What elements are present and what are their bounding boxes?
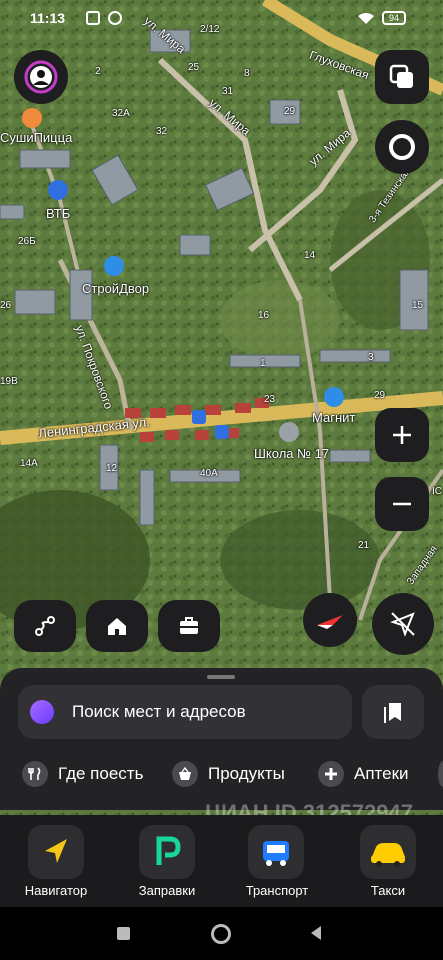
notification-icon xyxy=(86,11,100,25)
house-number: 21 xyxy=(358,540,370,551)
home-nav-button[interactable] xyxy=(211,924,231,944)
chip-label: Где поесть xyxy=(58,764,144,783)
bus-icon xyxy=(263,841,289,866)
zoom-out-button[interactable] xyxy=(375,477,429,531)
house-number: 1 xyxy=(260,358,266,369)
taxi-car-icon xyxy=(371,843,405,867)
route-button[interactable] xyxy=(14,600,76,652)
house-number: 26Б xyxy=(18,236,36,247)
taxi-tile[interactable] xyxy=(360,825,416,879)
battery-icon: 94 xyxy=(382,11,406,25)
poi-label-stroydvor[interactable]: СтройДвор xyxy=(82,281,149,296)
pharmacy-cross-icon xyxy=(318,761,344,787)
sheet-handle[interactable] xyxy=(207,675,235,679)
poi-label-sushi[interactable]: СушиПицца xyxy=(0,130,72,145)
location-off-arrow-icon xyxy=(390,612,415,637)
briefcase-icon xyxy=(180,617,198,634)
location-button[interactable] xyxy=(372,593,434,655)
house-number: IC xyxy=(432,486,442,497)
home-button[interactable] xyxy=(86,600,148,652)
zoom-in-button[interactable] xyxy=(375,408,429,462)
chip-label: Продукты xyxy=(208,764,285,783)
bookmark-icon xyxy=(384,703,401,723)
house-number: 32А xyxy=(112,108,130,119)
poi-label-school[interactable]: Школа № 17 xyxy=(254,446,329,461)
alice-voice-button[interactable] xyxy=(375,120,429,174)
chip-label: Аптеки xyxy=(354,764,409,783)
search-placeholder: Поиск мест и адресов xyxy=(72,702,246,721)
house-number: 19В xyxy=(0,376,18,387)
compass-icon xyxy=(317,615,343,629)
back-button[interactable] xyxy=(309,925,323,941)
work-button[interactable] xyxy=(158,600,220,652)
home-icon xyxy=(108,618,126,635)
chip-groceries[interactable]: Продукты xyxy=(172,758,285,790)
house-number: 31 xyxy=(222,86,234,97)
layers-icon xyxy=(389,64,413,88)
wifi-icon xyxy=(358,13,374,24)
clock: 11:13 xyxy=(30,10,66,26)
search-bar[interactable]: Поиск мест и адресов xyxy=(18,685,352,739)
dock-label: Заправки xyxy=(138,883,196,898)
house-number: 25 xyxy=(188,62,200,73)
plus-icon xyxy=(393,426,411,444)
services-dock: Навигатор Заправки Транспорт Такси xyxy=(0,815,443,907)
navigator-arrow-icon xyxy=(45,839,67,863)
status-bar: 11:13 94 xyxy=(0,0,443,38)
bookmarks-button[interactable] xyxy=(362,685,424,739)
fuel-tile[interactable] xyxy=(139,825,195,879)
telegram-icon xyxy=(108,11,122,25)
alice-ring-icon xyxy=(389,134,415,160)
house-number: 16 xyxy=(258,310,270,321)
chip-food[interactable]: Где поесть xyxy=(22,758,143,790)
system-nav-bar xyxy=(0,907,443,960)
navigator-tile[interactable] xyxy=(28,825,84,879)
house-number: 14А xyxy=(20,458,38,469)
basket-icon xyxy=(172,761,198,787)
fuel-p-icon xyxy=(156,836,181,865)
house-number: 14 xyxy=(304,250,316,261)
minus-icon xyxy=(393,502,411,506)
chip-pharmacy[interactable]: Аптеки xyxy=(318,758,409,790)
bottom-sheet[interactable]: Поиск мест и адресов Где поесть Продукты… xyxy=(0,668,443,810)
route-icon xyxy=(35,616,55,636)
poi-label-magnit[interactable]: Магнит xyxy=(312,410,355,425)
dock-label: Навигатор xyxy=(24,883,88,898)
dock-label: Такси xyxy=(370,883,406,898)
alice-icon[interactable] xyxy=(30,700,54,724)
poi-label-vtb[interactable]: ВТБ xyxy=(46,206,70,221)
more-icon xyxy=(438,761,443,787)
transport-tile[interactable] xyxy=(248,825,304,879)
user-avatar-icon xyxy=(24,60,58,94)
house-number: 29 xyxy=(284,106,296,117)
house-number: 3 xyxy=(368,352,374,363)
recents-button[interactable] xyxy=(117,927,130,940)
house-number: 8 xyxy=(244,68,250,79)
house-number: 12 xyxy=(106,463,118,474)
house-number: 40А xyxy=(200,468,218,479)
house-number: 2 xyxy=(95,66,101,77)
profile-avatar-button[interactable] xyxy=(14,50,68,104)
compass-button[interactable] xyxy=(303,593,357,647)
dock-label: Транспорт xyxy=(245,883,309,898)
house-number: 23 xyxy=(264,394,276,405)
fork-knife-icon xyxy=(22,761,48,787)
house-number: 15 xyxy=(412,300,424,311)
house-number: 29 xyxy=(374,390,386,401)
chip-more[interactable] xyxy=(438,758,443,790)
house-number: 26 xyxy=(0,300,12,311)
house-number: 32 xyxy=(156,126,168,137)
layers-button[interactable] xyxy=(375,50,429,104)
